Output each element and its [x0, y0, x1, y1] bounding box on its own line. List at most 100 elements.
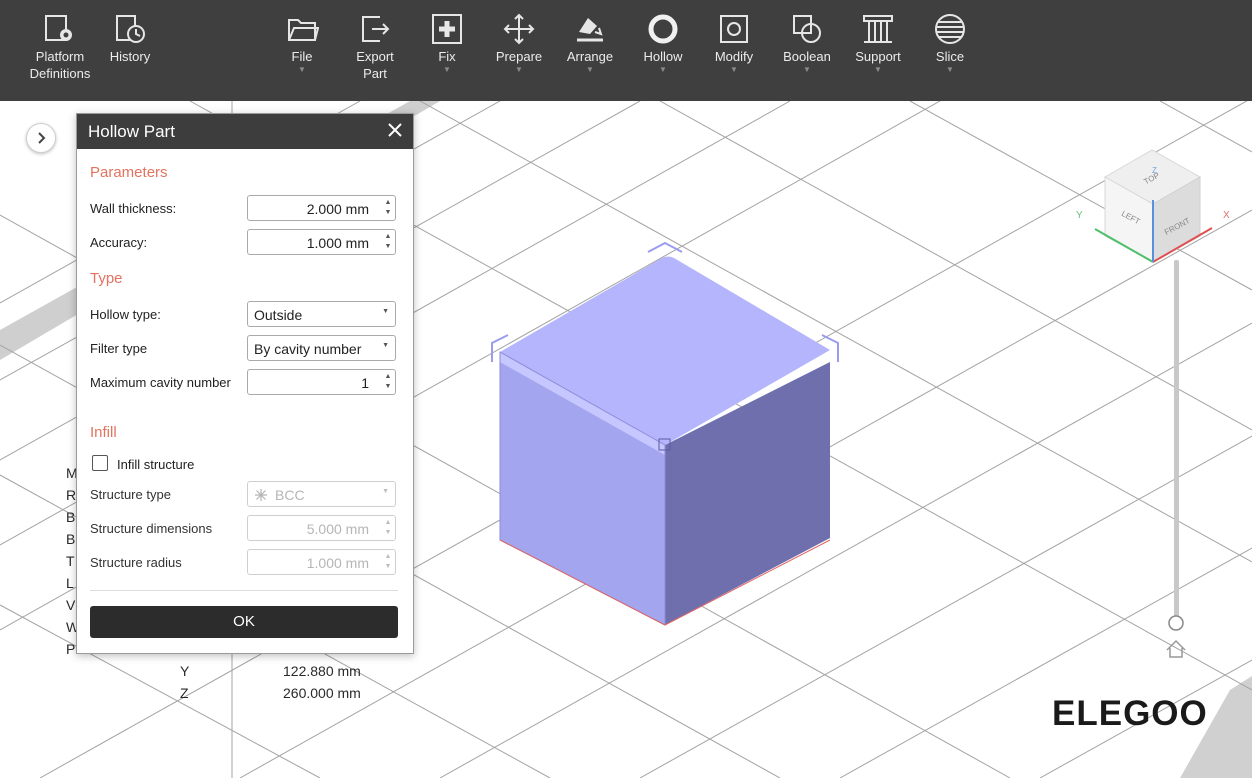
structure-dimensions-value: 5.000 mm [306, 521, 369, 537]
hollow-cube-model[interactable] [491, 241, 839, 626]
export-part-label: Export Part [356, 49, 394, 81]
platform-definitions-label: Platform Definitions [29, 49, 91, 81]
hollow-type-select[interactable]: Outside ▼ [247, 301, 396, 327]
platform-z-value: 260.000 mm [283, 685, 361, 701]
file-label: File [291, 49, 313, 64]
file-menu-button[interactable]: File ▼ [266, 12, 338, 74]
folder-icon [288, 19, 319, 41]
boolean-label: Boolean [783, 49, 831, 64]
slice-icon [935, 14, 965, 44]
type-heading: Type [90, 270, 123, 287]
dialog-title: Hollow Part [88, 122, 175, 141]
layer-slider[interactable] [1166, 260, 1186, 658]
history-label: History [109, 49, 151, 64]
x-axis-label: X [1223, 210, 1230, 221]
expand-panel-button[interactable] [26, 123, 56, 153]
chevron-down-icon: ▼ [382, 342, 389, 349]
slice-menu-button[interactable]: Slice ▼ [914, 12, 986, 74]
filter-type-select[interactable]: By cavity number ▼ [247, 335, 396, 361]
max-cavity-label: Maximum cavity number [90, 375, 231, 390]
layer-slider-handle[interactable] [1168, 615, 1184, 631]
move-arrows-icon [503, 13, 535, 45]
platform-y-axis: Y [180, 663, 190, 679]
wall-thickness-value: 2.000 mm [306, 201, 369, 217]
home-icon[interactable] [1166, 639, 1186, 658]
infill-structure-label: Infill structure [117, 457, 195, 472]
infill-structure-checkbox[interactable] [92, 455, 108, 471]
history-button[interactable]: History [94, 12, 166, 65]
slice-label: Slice [935, 49, 965, 64]
export-part-button[interactable]: Export Part [339, 12, 411, 82]
info-row-initial: L [66, 575, 74, 591]
modify-icon [720, 15, 748, 43]
wall-thickness-label: Wall thickness: [90, 201, 177, 216]
info-row-initial: T [66, 553, 75, 569]
structure-radius-stepper[interactable]: ▲ ▼ [384, 552, 392, 572]
chevron-down-icon: ▼ [382, 488, 389, 495]
slice-chevron-down-icon: ▼ [946, 65, 954, 74]
fix-chevron-down-icon: ▼ [443, 65, 451, 74]
info-row-initial: B [66, 509, 76, 525]
structure-dimensions-stepper[interactable]: ▲ ▼ [384, 518, 392, 538]
chevron-down-icon: ▼ [382, 308, 389, 315]
structure-type-value: BCC [275, 487, 305, 503]
structure-radius-input[interactable]: 1.000 mm ▲ ▼ [247, 549, 396, 575]
hollow-ring-icon [648, 14, 678, 44]
structure-type-label: Structure type [90, 487, 171, 502]
boolean-menu-button[interactable]: Boolean ▼ [771, 12, 843, 74]
accuracy-value: 1.000 mm [306, 235, 369, 251]
max-cavity-stepper[interactable]: ▲ ▼ [384, 372, 392, 392]
history-icon [116, 15, 145, 43]
ok-button[interactable]: OK [90, 606, 398, 638]
accuracy-label: Accuracy: [90, 235, 148, 250]
max-cavity-input[interactable]: 1 ▲ ▼ [247, 369, 396, 395]
dialog-header: Hollow Part [77, 114, 413, 149]
accuracy-stepper[interactable]: ▲ ▼ [384, 232, 392, 252]
structure-type-select[interactable]: BCC ▼ [247, 481, 396, 507]
filter-type-label: Filter type [90, 341, 148, 356]
structure-radius-value: 1.000 mm [306, 555, 369, 571]
wall-thickness-input[interactable]: 2.000 mm ▲ ▼ [247, 195, 396, 221]
support-label: Support [855, 49, 901, 64]
arrange-chevron-down-icon: ▼ [586, 65, 594, 74]
platform-definitions-button[interactable]: Platform Definitions [24, 12, 96, 82]
modify-chevron-down-icon: ▼ [730, 65, 738, 74]
fix-label: Fix [438, 49, 456, 64]
main-toolbar: Platform Definitions History File ▼ Expo… [0, 0, 1252, 101]
z-axis-label: Z [1152, 166, 1157, 175]
structure-dimensions-input[interactable]: 5.000 mm ▲ ▼ [247, 515, 396, 541]
support-chevron-down-icon: ▼ [874, 65, 882, 74]
arrange-menu-button[interactable]: Arrange ▼ [554, 12, 626, 74]
modify-label: Modify [714, 49, 754, 64]
platform-y-value: 122.880 mm [283, 663, 361, 679]
hollow-label: Hollow [643, 49, 683, 64]
y-axis-label: Y [1076, 210, 1083, 221]
dialog-divider [90, 590, 398, 591]
support-menu-button[interactable]: Support ▼ [842, 12, 914, 74]
file-chevron-down-icon: ▼ [298, 65, 306, 74]
hollow-chevron-down-icon: ▼ [659, 65, 667, 74]
fix-menu-button[interactable]: Fix ▼ [411, 12, 483, 74]
structure-dimensions-label: Structure dimensions [90, 521, 213, 536]
prepare-menu-button[interactable]: Prepare ▼ [483, 12, 555, 74]
elegoo-logo: ELEGOO [1052, 694, 1208, 733]
hollow-menu-button[interactable]: Hollow ▼ [627, 12, 699, 74]
export-icon [362, 16, 390, 42]
bcc-lattice-icon [255, 489, 267, 501]
fix-icon [432, 14, 462, 44]
accuracy-input[interactable]: 1.000 mm ▲ ▼ [247, 229, 396, 255]
modify-menu-button[interactable]: Modify ▼ [698, 12, 770, 74]
hollow-type-value: Outside [254, 307, 303, 323]
close-icon[interactable] [386, 121, 404, 139]
boolean-icon [793, 15, 821, 43]
structure-radius-label: Structure radius [90, 555, 182, 570]
arrange-label: Arrange [566, 49, 614, 64]
filter-type-value: By cavity number [254, 341, 362, 357]
chevron-right-icon [38, 132, 46, 144]
hollow-type-label: Hollow type: [90, 307, 161, 322]
support-icon [863, 15, 893, 43]
boolean-chevron-down-icon: ▼ [803, 65, 811, 74]
info-row-initial: B [66, 531, 76, 547]
wall-thickness-stepper[interactable]: ▲ ▼ [384, 198, 392, 218]
platform-definitions-icon [45, 15, 72, 41]
